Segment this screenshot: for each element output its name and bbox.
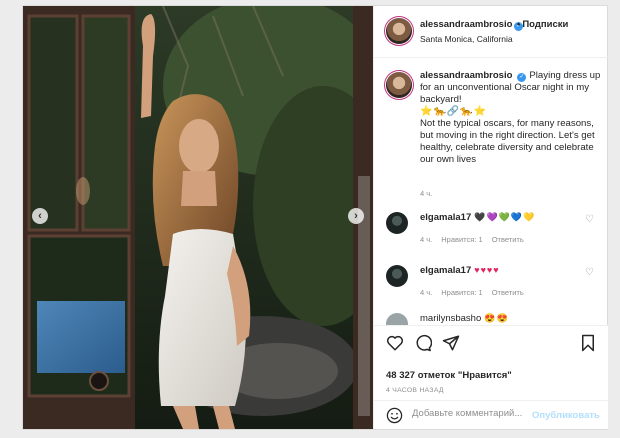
comment-text: elgamala17 ♥♥♥♥ <box>420 265 500 276</box>
caption-emojis: ⭐🐆🔗🐆⭐ <box>420 106 488 117</box>
caption-verified-icon: ✓ <box>517 73 527 82</box>
comment-avatar[interactable] <box>386 265 408 287</box>
likes-count[interactable]: 48 327 отметок "Нравится" <box>386 370 512 381</box>
comment-emojis: ♥♥♥♥ <box>474 265 500 275</box>
comment-avatar[interactable] <box>386 313 408 325</box>
comment-reply-button[interactable]: Ответить <box>492 288 524 297</box>
follow-button[interactable]: • Подписки <box>515 19 568 30</box>
post-card: ‹ › alessandraambrosio ✓ • Подписки Santa … <box>22 5 608 430</box>
heart-icon[interactable]: ♡ <box>585 214 594 225</box>
caption-line-2: Not the typical oscars, for many reasons… <box>420 118 595 165</box>
comment-meta: 4 ч. Нравится: 1 Ответить <box>420 235 533 244</box>
comment-reply-button[interactable]: Ответить <box>492 235 524 244</box>
heart-icon[interactable] <box>386 334 404 357</box>
share-icon[interactable] <box>442 334 460 357</box>
comment-item: elgamala17 ♥♥♥♥ 4 ч. Нравится: 1 Ответить ♡ <box>374 262 608 308</box>
post-header: alessandraambrosio ✓ • Подписки Santa Moni… <box>374 6 608 58</box>
caption-username[interactable]: alessandraambrosio <box>420 70 512 81</box>
caption-text: alessandraambrosio ✓ Playing dress up for … <box>420 70 602 166</box>
publish-button[interactable]: Опубликовать <box>532 410 600 421</box>
smile-icon[interactable] <box>386 407 403 429</box>
photo-illustration <box>23 6 373 429</box>
comment-item: elgamala17 🖤💜💚💙💛 4 ч. Нравится: 1 Ответить … <box>374 209 608 255</box>
comment-emojis: 😍😍 <box>484 313 509 323</box>
caption-time[interactable]: 4 ч. <box>420 189 432 198</box>
caption-avatar[interactable] <box>386 72 412 98</box>
comment-username[interactable]: elgamala17 <box>420 212 471 223</box>
comment-emojis: 🖤💜💚💙💛 <box>474 212 536 222</box>
comment-meta: 4 ч. Нравится: 1 Ответить <box>420 288 533 297</box>
post-actions: 48 327 отметок "Нравится" 4 ЧАСОВ НАЗАД … <box>374 325 608 429</box>
comment-text: elgamala17 🖤💜💚💙💛 <box>420 212 535 223</box>
comment-likes[interactable]: Нравится: 1 <box>441 235 482 244</box>
comment-username[interactable]: marilynsbasho <box>420 313 481 324</box>
comment-input[interactable] <box>412 408 524 419</box>
comment-time[interactable]: 4 ч. <box>420 288 432 297</box>
comment-text: marilynsbasho 😍😍 <box>420 313 509 324</box>
separator-dot: • <box>517 19 521 30</box>
comment-item: marilynsbasho 😍😍 <box>374 310 608 325</box>
author-username[interactable]: alessandraambrosio <box>420 19 512 30</box>
post-sidebar: alessandraambrosio ✓ • Подписки Santa Moni… <box>373 6 608 429</box>
post-location[interactable]: Santa Monica, California <box>420 34 513 44</box>
post-photo[interactable]: ‹ › <box>23 6 373 429</box>
comment-time[interactable]: 4 ч. <box>420 235 432 244</box>
bookmark-icon[interactable] <box>580 334 596 357</box>
comment-avatar[interactable] <box>386 212 408 234</box>
follow-label: Подписки <box>522 19 569 30</box>
comment-icon[interactable] <box>414 334 433 357</box>
comment-username[interactable]: elgamala17 <box>420 265 471 276</box>
post-time[interactable]: 4 ЧАСОВ НАЗАД <box>386 387 444 394</box>
carousel-next-button[interactable]: › <box>348 208 364 224</box>
carousel-prev-button[interactable]: ‹ <box>32 208 48 224</box>
author-avatar[interactable] <box>386 18 412 44</box>
add-comment-bar: Опубликовать <box>374 400 608 430</box>
author-username-line: alessandraambrosio ✓ <box>420 19 524 31</box>
comment-likes[interactable]: Нравится: 1 <box>441 288 482 297</box>
heart-icon[interactable]: ♡ <box>585 267 594 278</box>
